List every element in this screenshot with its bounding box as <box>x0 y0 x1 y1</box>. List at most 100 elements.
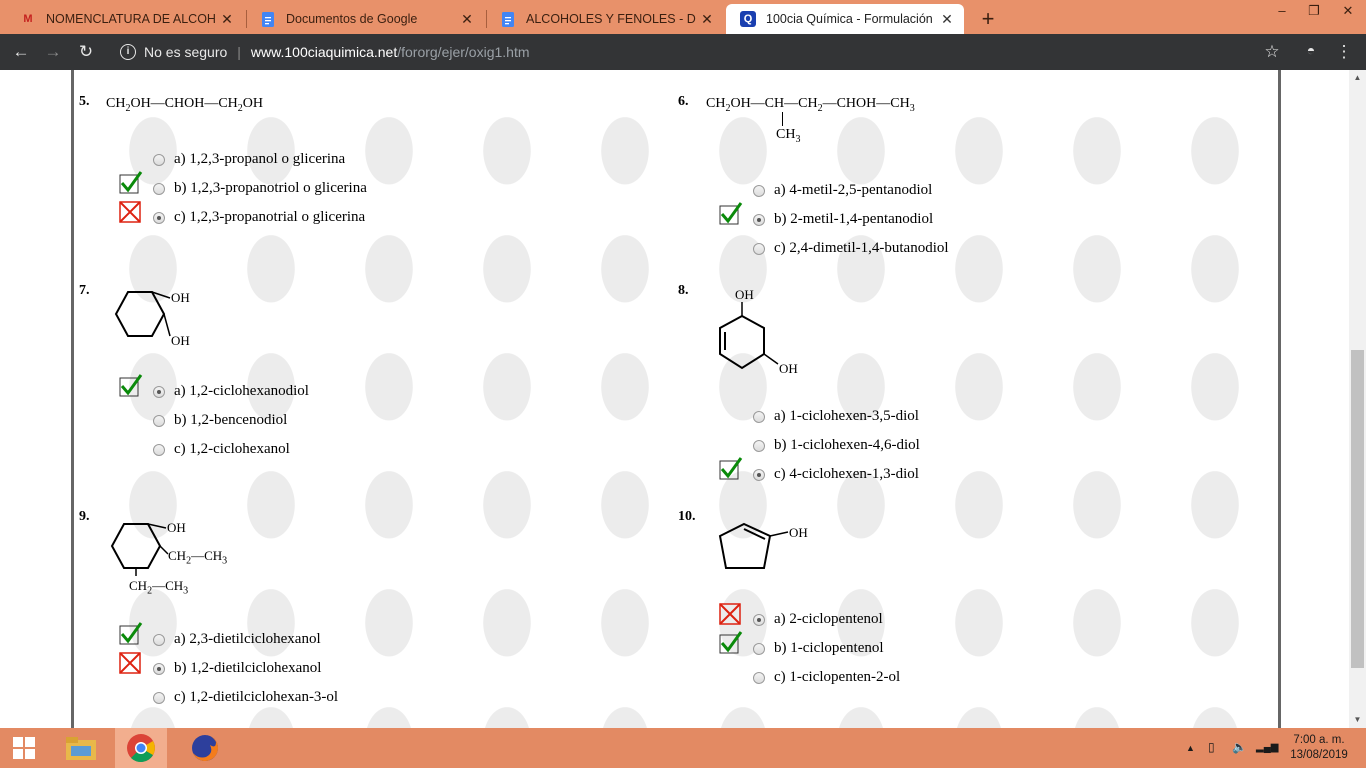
docs-icon <box>260 11 276 27</box>
network-icon[interactable]: ▂▄▆ <box>1256 742 1278 753</box>
system-clock[interactable]: 7:00 a. m. 13/08/2019 <box>1284 733 1354 763</box>
vertical-scrollbar[interactable]: ▲ ▼ <box>1349 70 1366 728</box>
radio-button[interactable] <box>753 242 765 255</box>
molecule-q8: OH OH <box>719 287 798 376</box>
close-tab-icon[interactable]: ✕ <box>936 11 958 28</box>
page-viewport: 5. CH2OH—CHOH—CH2OH 6. CH2OH—CH—CH2—CHOH… <box>0 70 1366 728</box>
radio-button[interactable] <box>753 410 765 423</box>
url-host: www.100ciaquimica.net <box>250 44 398 60</box>
answer-option[interactable]: c) 1-ciclopenten-2-ol <box>753 669 900 686</box>
answer-option[interactable]: b) 1-ciclohexen-4,6-diol <box>753 437 920 454</box>
close-tab-icon[interactable]: ✕ <box>456 11 478 28</box>
chrome-icon[interactable] <box>115 728 167 768</box>
tab-title: ALCOHOLES Y FENOLES - Docum <box>526 12 696 26</box>
volume-icon[interactable]: 🔈 <box>1232 740 1247 754</box>
radio-button[interactable] <box>753 213 765 226</box>
question-number: 10. <box>678 509 696 524</box>
radio-button[interactable] <box>153 414 165 427</box>
incognito-icon[interactable]: ◓ <box>1300 42 1322 58</box>
browser-toolbar: ← → ↻ i No es seguro | www.100ciaquimica… <box>0 34 1366 70</box>
battery-icon[interactable]: ▯ <box>1208 740 1215 754</box>
info-icon[interactable]: i <box>120 44 136 60</box>
windows-start-icon[interactable] <box>0 728 48 768</box>
radio-button[interactable] <box>153 211 165 224</box>
scroll-down-icon[interactable]: ▼ <box>1349 712 1366 728</box>
menu-icon[interactable]: ⋮ <box>1333 42 1355 62</box>
option-label: c) 1,2-dietilciclohexan-3-ol <box>174 689 339 705</box>
question-number: 6. <box>678 94 689 109</box>
radio-button[interactable] <box>153 633 165 646</box>
radio-button[interactable] <box>753 671 765 684</box>
radio-button[interactable] <box>753 439 765 452</box>
answer-option[interactable]: c) 2,4-dimetil-1,4-butanodiol <box>753 240 949 257</box>
radio-button[interactable] <box>753 468 765 481</box>
scroll-thumb[interactable] <box>1351 350 1364 668</box>
radio-button[interactable] <box>753 184 765 197</box>
answer-option[interactable]: c) 4-ciclohexen-1,3-diol <box>753 466 919 483</box>
answer-option[interactable]: b) 1,2,3-propanotriol o glicerina <box>153 180 367 197</box>
file-explorer-icon[interactable] <box>57 728 105 768</box>
option-label: a) 2,3-dietilciclohexanol <box>174 631 321 647</box>
answer-option[interactable]: a) 1,2-ciclohexanodiol <box>153 383 309 400</box>
clock-time: 7:00 a. m. <box>1293 734 1345 746</box>
cross-icon <box>119 200 143 224</box>
bookmark-star-icon[interactable]: ☆ <box>1261 42 1283 62</box>
address-divider: | <box>237 44 241 60</box>
new-tab-button[interactable]: + <box>977 6 999 32</box>
restore-icon[interactable]: ❐ <box>1298 0 1330 24</box>
back-icon[interactable]: ← <box>10 42 32 62</box>
radio-button[interactable] <box>153 153 165 166</box>
radio-button[interactable] <box>153 443 165 456</box>
option-label: a) 1,2-ciclohexanodiol <box>174 383 309 399</box>
question-number: 5. <box>79 94 90 109</box>
branch-methyl: CH3 <box>776 127 801 145</box>
answer-option[interactable]: c) 1,2-ciclohexanol <box>153 441 290 458</box>
docs-icon <box>500 11 516 27</box>
forward-icon[interactable]: → <box>42 42 64 62</box>
tab-gmail[interactable]: M NOMENCLATURA DE ALCOHOLE ✕ <box>6 4 244 34</box>
radio-button[interactable] <box>153 691 165 704</box>
option-label: a) 4-metil-2,5-pentanodiol <box>774 182 933 198</box>
answer-option[interactable]: a) 1,2,3-propanol o glicerina <box>153 151 345 168</box>
scroll-up-icon[interactable]: ▲ <box>1349 70 1366 86</box>
close-tab-icon[interactable]: ✕ <box>696 11 718 28</box>
tab-100cia-quimica[interactable]: Q 100cia Química - Formulación de ✕ <box>726 4 964 34</box>
checkmark-icon <box>719 457 743 481</box>
tab-alcoholes-doc[interactable]: ALCOHOLES Y FENOLES - Docum ✕ <box>486 4 724 34</box>
answer-option[interactable]: c) 1,2-dietilciclohexan-3-ol <box>153 689 338 706</box>
answer-option[interactable]: a) 4-metil-2,5-pentanodiol <box>753 182 932 199</box>
security-label: No es seguro <box>144 44 228 60</box>
answer-option[interactable]: b) 1,2-bencenodiol <box>153 412 287 429</box>
answer-option[interactable]: a) 1-ciclohexen-3,5-diol <box>753 408 919 425</box>
option-label: b) 1,2-dietilciclohexanol <box>174 660 322 676</box>
reload-icon[interactable]: ↻ <box>75 42 97 62</box>
tray-expand-icon[interactable]: ▲ <box>1186 743 1195 753</box>
option-label: c) 1,2-ciclohexanol <box>174 441 290 457</box>
radio-button[interactable] <box>153 662 165 675</box>
close-window-icon[interactable]: ✕ <box>1332 0 1364 24</box>
minimize-icon[interactable]: – <box>1266 0 1298 24</box>
svg-text:OH: OH <box>779 361 798 376</box>
radio-button[interactable] <box>753 613 765 626</box>
answer-option[interactable]: b) 1-ciclopentenol <box>753 640 884 657</box>
option-label: a) 1,2,3-propanol o glicerina <box>174 151 346 167</box>
radio-button[interactable] <box>153 385 165 398</box>
svg-text:OH: OH <box>167 520 186 535</box>
answer-option[interactable]: b) 2-metil-1,4-pentanodiol <box>753 211 933 228</box>
option-label: c) 4-ciclohexen-1,3-diol <box>774 466 919 482</box>
radio-button[interactable] <box>753 642 765 655</box>
tab-docs[interactable]: Documentos de Google ✕ <box>246 4 484 34</box>
close-tab-icon[interactable]: ✕ <box>216 11 238 28</box>
answer-option[interactable]: a) 2,3-dietilciclohexanol <box>153 631 321 648</box>
answer-option[interactable]: c) 1,2,3-propanotrial o glicerina <box>153 209 365 226</box>
question-number: 8. <box>678 283 689 298</box>
address-bar[interactable]: i No es seguro | www.100ciaquimica.net/f… <box>108 37 1294 67</box>
answer-option[interactable]: b) 1,2-dietilciclohexanol <box>153 660 321 677</box>
option-label: a) 1-ciclohexen-3,5-diol <box>774 408 919 424</box>
answer-option[interactable]: a) 2-ciclopentenol <box>753 611 883 628</box>
gmail-icon: M <box>23 13 33 25</box>
firefox-icon[interactable] <box>181 728 229 768</box>
cross-icon <box>719 602 743 626</box>
radio-button[interactable] <box>153 182 165 195</box>
clock-date: 13/08/2019 <box>1290 749 1348 761</box>
